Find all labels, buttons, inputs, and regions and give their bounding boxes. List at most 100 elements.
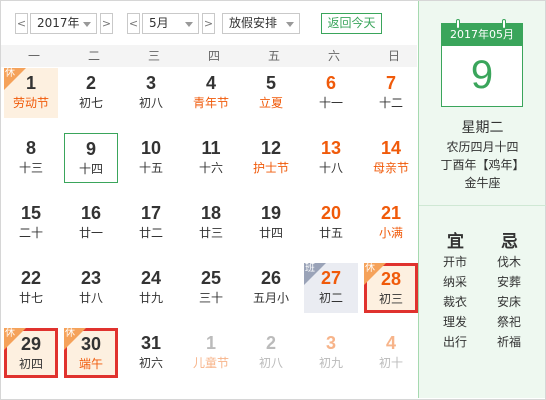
day-number: 3 [325,333,336,353]
day-number: 21 [380,203,402,223]
panel-month-header: 2017年05月 [442,24,522,46]
lunar-label: 十一 [318,96,343,110]
weekday-header: 一 二 三 四 五 六 日 [1,45,417,67]
month-select[interactable]: 5月 [142,13,199,34]
prev-year-button[interactable]: < [15,13,28,34]
day-number: 20 [320,203,342,223]
date-detail-panel: 2017年05月 9 星期二 农历四月十四 丁酉年【鸡年】 金牛座 宜 忌 开市… [418,1,546,398]
day-cell[interactable]: 31 初六 [124,328,178,378]
prev-month-button[interactable]: < [127,13,140,34]
panel-day-number: 9 [470,53,494,97]
lunar-label: 劳动节 [12,96,49,110]
lunar-label: 母亲节 [372,161,409,175]
day-cell[interactable]: 12 护士节 [244,133,298,183]
day-cell[interactable]: 21 小满 [364,198,418,248]
day-cell[interactable]: 11 十六 [184,133,238,183]
lunar-label: 五月小 [252,291,289,305]
weekday-label: 二 [87,49,100,63]
day-cell[interactable]: 休 1 劳动节 [4,68,58,118]
lunar-label: 十三 [18,161,43,175]
lunar-label: 青年节 [192,96,229,110]
day-number: 8 [25,138,36,158]
lunar-label: 十八 [318,161,343,175]
day-cell[interactable]: 25 三十 [184,263,238,313]
day-number: 15 [20,203,42,223]
day-number: 12 [260,138,282,158]
day-cell[interactable]: 7 十二 [364,68,418,118]
yi-title: 宜 [447,232,464,252]
day-cell[interactable]: 26 五月小 [244,263,298,313]
day-cell[interactable]: 23 廿八 [64,263,118,313]
day-cell[interactable]: 9 十四 [64,133,118,183]
day-cell[interactable]: 2 初八 [244,328,298,378]
lunar-label: 初六 [138,356,163,370]
day-cell[interactable]: 8 十三 [4,133,58,183]
day-number: 9 [85,139,96,159]
badge-label: 休 [5,328,15,339]
day-cell[interactable]: 班 27 初二 [304,263,358,313]
day-cell[interactable]: 4 青年节 [184,68,238,118]
day-number: 2 [85,73,96,93]
day-number: 13 [320,138,342,158]
day-number: 5 [265,73,276,93]
day-cell[interactable]: 17 廿二 [124,198,178,248]
holiday-select[interactable]: 放假安排 [222,13,300,34]
ji-item: 祭祀 [497,315,522,329]
yi-item: 出行 [443,335,468,349]
day-cell[interactable]: 5 立夏 [244,68,298,118]
lunar-label: 初七 [78,96,103,110]
lunar-label: 初九 [318,356,343,370]
day-cell[interactable]: 20 廿五 [304,198,358,248]
yi-item: 理发 [443,315,468,329]
back-to-today-button[interactable]: 返回今天 [321,13,382,34]
binder-ring [456,19,460,29]
panel-zodiac-sign: 金牛座 [464,176,501,190]
lunar-label: 十二 [378,96,403,110]
day-cell[interactable]: 10 十五 [124,133,178,183]
day-cell[interactable]: 18 廿三 [184,198,238,248]
day-cell[interactable]: 2 初七 [64,68,118,118]
lunar-label: 廿五 [318,226,343,240]
panel-lunar-date: 农历四月十四 [446,140,519,154]
day-cell[interactable]: 3 初八 [124,68,178,118]
day-cell[interactable]: 22 廿七 [4,263,58,313]
lunar-label: 廿八 [78,291,103,305]
day-number: 22 [20,268,42,288]
day-cell[interactable]: 15 二十 [4,198,58,248]
calendar-main: < 2017年 > < 5月 > 放假安排 返回今天 一 二 三 四 五 六 日… [1,1,418,398]
lunar-label: 廿四 [258,226,283,240]
day-cell[interactable]: 24 廿九 [124,263,178,313]
lunar-label: 廿一 [78,226,103,240]
lunar-label: 端午 [78,357,103,371]
day-cell[interactable]: 13 十八 [304,133,358,183]
next-year-button[interactable]: > [100,13,113,34]
day-cell[interactable]: 休 28 初三 [364,263,418,313]
lunar-label: 护士节 [252,161,289,175]
lunar-label: 初二 [318,291,343,305]
day-cell[interactable]: 3 初九 [304,328,358,378]
lunar-label: 十四 [78,162,103,176]
day-cell[interactable]: 16 廿一 [64,198,118,248]
badge-label: 休 [365,263,375,274]
day-cell[interactable]: 休 30 端午 [64,328,118,378]
day-cell[interactable]: 1 儿童节 [184,328,238,378]
lunar-label: 小满 [378,226,403,240]
panel-weekday: 星期二 [461,120,504,136]
day-cell[interactable]: 4 初十 [364,328,418,378]
day-cell[interactable]: 14 母亲节 [364,133,418,183]
day-number: 19 [260,203,282,223]
year-select-value: 2017年 [37,16,80,30]
calendar-toolbar: < 2017年 > < 5月 > 放假安排 返回今天 [1,1,417,45]
day-cell[interactable]: 6 十一 [304,68,358,118]
yi-item: 裁衣 [443,295,468,309]
year-select[interactable]: 2017年 [30,13,97,34]
day-cell[interactable]: 休 29 初四 [4,328,58,378]
weekday-label: 六 [327,49,340,63]
lunar-label: 三十 [198,291,223,305]
day-number: 1 [205,333,216,353]
weekday-label: 四 [207,49,220,63]
holiday-select-value: 放假安排 [229,16,278,30]
next-month-button[interactable]: > [202,13,215,34]
day-cell[interactable]: 19 廿四 [244,198,298,248]
badge-label: 休 [5,68,15,79]
